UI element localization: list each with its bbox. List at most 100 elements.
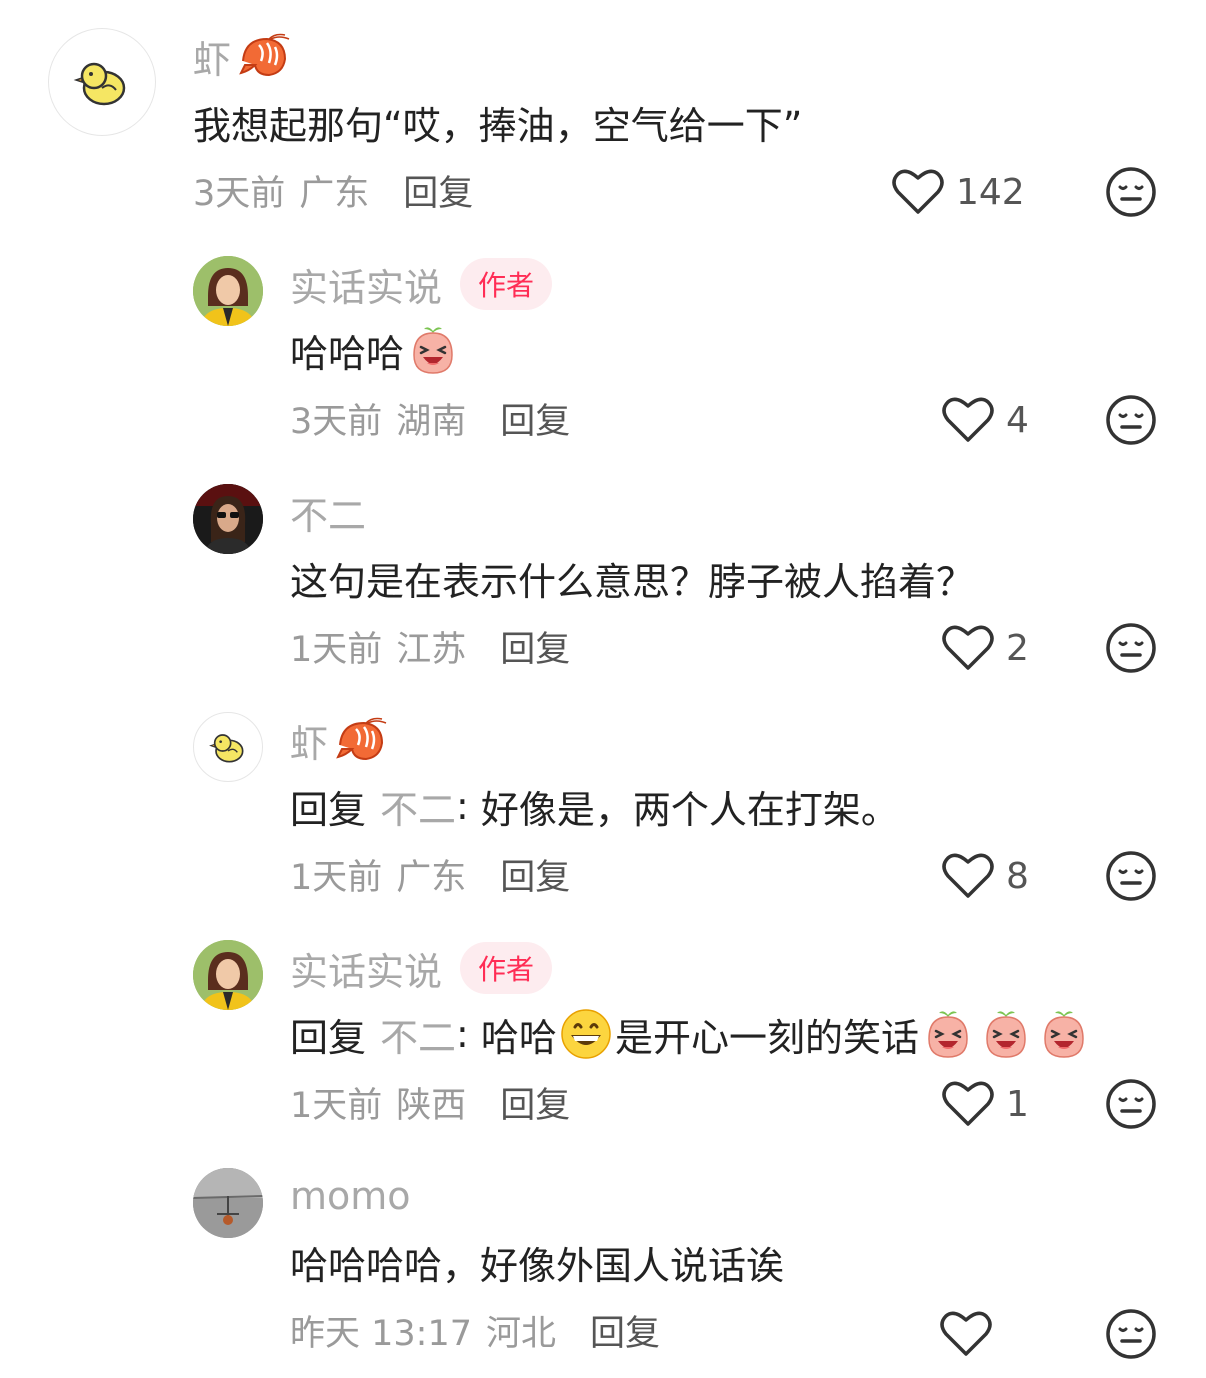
like-button[interactable]: 4: [942, 392, 1029, 448]
comment-header: momo: [290, 1168, 411, 1224]
reply-item: 虾 回复 不二 : 好像是，两个人在打架。 1天前 广东 回复 8: [0, 688, 1206, 916]
reply-button[interactable]: 回复: [500, 849, 570, 900]
heart-outline-icon: [892, 169, 944, 214]
comment-location: 江苏: [396, 629, 467, 670]
like-count: 8: [1006, 855, 1029, 897]
photo-avatar-icon: [193, 1168, 263, 1238]
like-button[interactable]: 8: [942, 848, 1029, 904]
neutral-face-icon[interactable]: [1105, 1308, 1157, 1360]
comment-time: 昨天 13:17: [290, 1313, 472, 1354]
comment-location: 湖南: [396, 401, 467, 442]
laughing-peach-emoji-icon: [406, 323, 460, 377]
comment-text: 哈哈哈: [290, 322, 462, 378]
like-count: 2: [1006, 627, 1029, 669]
like-button[interactable]: [940, 1306, 1004, 1362]
author-badge: 作者: [460, 258, 553, 310]
avatar[interactable]: [48, 28, 156, 136]
laughing-peach-emoji-icon: [979, 1007, 1033, 1061]
comment-time: 1天前: [290, 857, 383, 898]
comment-text: 哈哈哈哈，好像外国人说话诶: [290, 1243, 785, 1288]
avatar[interactable]: [193, 256, 263, 326]
comment-text: 回复 不二 : 哈哈 是开心一刻的笑话: [290, 1006, 1093, 1062]
username[interactable]: 实话实说: [290, 941, 442, 996]
comment-time: 1天前: [290, 629, 383, 670]
comment-location: 河北: [486, 1313, 557, 1354]
like-button[interactable]: 142: [892, 164, 1025, 220]
comment-text: 我想起那句“哎，捧油，空气给一下”: [193, 103, 803, 148]
laughing-peach-emoji-icon: [921, 1007, 975, 1061]
woman-avatar-icon: [193, 256, 263, 326]
reply-button[interactable]: 回复: [590, 1305, 660, 1356]
comment-location: 陕西: [396, 1085, 467, 1126]
reply-item: momo 哈哈哈哈，好像外国人说话诶 昨天 13:17 河北 回复: [0, 1144, 1206, 1378]
like-count: 142: [956, 171, 1025, 213]
like-button[interactable]: 1: [942, 1076, 1029, 1132]
reply-item: 实话实说 作者 哈哈哈 3天前 湖南 回复 4: [0, 230, 1206, 460]
reply-target-username[interactable]: 不二: [380, 779, 456, 834]
colon: :: [456, 1012, 481, 1056]
neutral-face-icon[interactable]: [1105, 394, 1157, 446]
heart-outline-icon: [942, 853, 994, 898]
shrimp-emoji-icon: [235, 31, 291, 81]
heart-outline-icon: [940, 1311, 992, 1356]
comment-meta: 1天前 江苏 回复: [290, 618, 570, 674]
comment-meta: 3天前 广东 回复: [193, 162, 473, 218]
neutral-face-icon[interactable]: [1105, 850, 1157, 902]
avatar[interactable]: [193, 1168, 263, 1238]
comment-text-body: 是开心一刻的笑话: [614, 1015, 919, 1060]
reply-prefix: 回复: [290, 1015, 367, 1060]
comment-text-body: 哈哈哈: [290, 331, 405, 376]
username[interactable]: 虾: [193, 29, 231, 84]
comment-time: 3天前: [193, 173, 286, 214]
neutral-face-icon[interactable]: [1105, 1078, 1157, 1130]
comment-meta: 1天前 陕西 回复: [290, 1074, 570, 1130]
author-badge: 作者: [460, 942, 553, 994]
woman-sunglasses-avatar-icon: [193, 484, 263, 554]
laughing-peach-emoji-icon: [1037, 1007, 1091, 1061]
neutral-face-icon[interactable]: [1105, 622, 1157, 674]
reply-target-username[interactable]: 不二: [380, 1007, 456, 1062]
comment-text-body: 好像是，两个人在打架。: [480, 787, 899, 832]
comment-header: 实话实说 作者: [290, 940, 553, 996]
comment-text: 回复 不二 : 好像是，两个人在打架。: [290, 778, 899, 834]
reply-item: 不二 这句是在表示什么意思？脖子被人掐着？ 1天前 江苏 回复 2: [0, 460, 1206, 688]
comment-meta: 1天前 广东 回复: [290, 846, 570, 902]
heart-outline-icon: [942, 1081, 994, 1126]
like-count: 1: [1006, 1083, 1029, 1125]
woman-avatar-icon: [193, 940, 263, 1010]
comment-meta: 昨天 13:17 河北 回复: [290, 1302, 660, 1358]
avatar[interactable]: [193, 712, 263, 782]
grinning-face-emoji-icon: [559, 1007, 613, 1061]
reply-button[interactable]: 回复: [500, 393, 570, 444]
comment-time: 3天前: [290, 401, 383, 442]
colon: :: [456, 784, 481, 828]
comment-text: 这句是在表示什么意思？脖子被人掐着？: [290, 559, 975, 604]
reply-button[interactable]: 回复: [500, 621, 570, 672]
reply-button[interactable]: 回复: [500, 1077, 570, 1128]
reply-button[interactable]: 回复: [403, 165, 473, 216]
comment-meta: 3天前 湖南 回复: [290, 390, 570, 446]
reply-item: 实话实说 作者 回复 不二 : 哈哈 是开心一刻的笑话 1天前 陕西 回复 1: [0, 916, 1206, 1144]
heart-outline-icon: [942, 625, 994, 670]
comment-location: 广东: [396, 857, 467, 898]
shrimp-emoji-icon: [332, 715, 388, 765]
comment-header: 不二: [290, 484, 366, 540]
avatar[interactable]: [193, 484, 263, 554]
comment-header: 虾: [193, 28, 291, 84]
heart-outline-icon: [942, 397, 994, 442]
chick-avatar-icon: [209, 734, 244, 763]
chick-avatar-icon: [73, 62, 126, 106]
like-count: 4: [1006, 399, 1029, 441]
username[interactable]: 虾: [290, 713, 328, 768]
avatar[interactable]: [193, 940, 263, 1010]
username[interactable]: momo: [290, 1174, 411, 1218]
comment-item: 虾 我想起那句“哎，捧油，空气给一下” 3天前 广东 回复 142: [0, 0, 1206, 230]
username[interactable]: 不二: [290, 485, 366, 540]
like-button[interactable]: 2: [942, 620, 1029, 676]
comment-header: 虾: [290, 712, 388, 768]
username[interactable]: 实话实说: [290, 257, 442, 312]
reply-prefix: 回复: [290, 787, 367, 832]
neutral-face-icon[interactable]: [1105, 166, 1157, 218]
comment-header: 实话实说 作者: [290, 256, 553, 312]
comment-time: 1天前: [290, 1085, 383, 1126]
